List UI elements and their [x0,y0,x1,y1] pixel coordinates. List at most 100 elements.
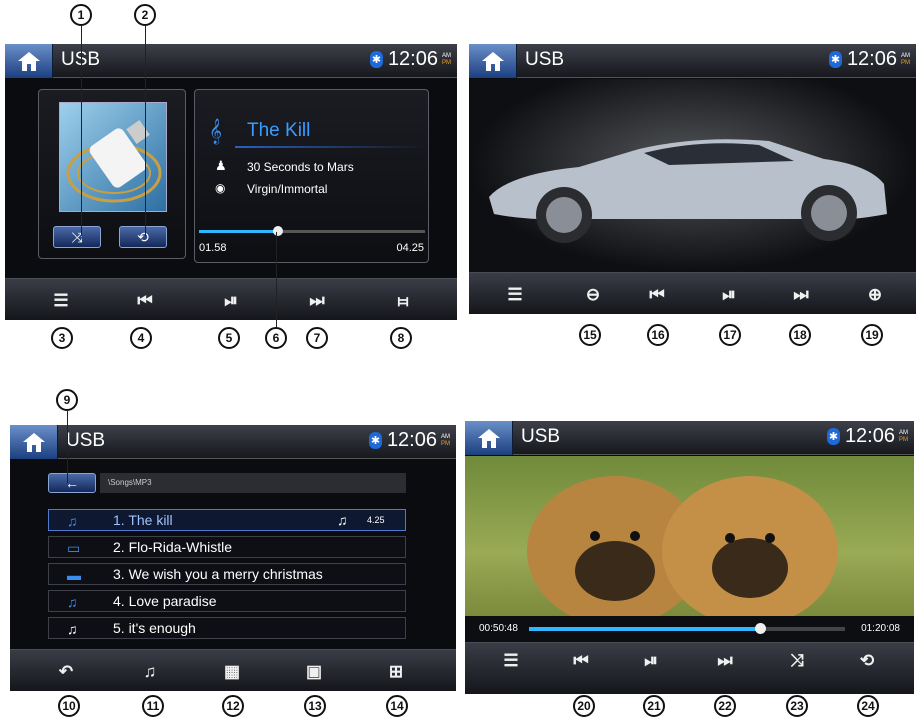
bluetooth-icon: ✱ [369,51,383,68]
leader-line [276,232,277,330]
am-label: AM [442,52,451,59]
elapsed-time: 01.58 [199,242,227,254]
video-total: 01:20:08 [861,623,900,634]
video-progress-track[interactable] [529,623,845,634]
play-pause-button[interactable]: ⏯ [635,649,667,673]
music-screen: USB ✱12:06AMPM ⤨ ⟲ 𝄞 The Kill ♟ 30 Secon… [5,44,457,320]
callout-1: 1 [70,4,92,26]
bluetooth-icon: ✱ [368,432,382,449]
list-button[interactable]: ☰ [495,649,527,673]
music-note-icon: ♫ [67,513,78,529]
list-item-label: 1. The kill [113,512,173,528]
home-icon [478,429,500,448]
callout-15: 15 [579,324,601,346]
path-bar: \Songs\MP3 [100,473,406,493]
callout-22: 22 [714,695,736,717]
previous-button[interactable]: ⏮ [565,649,597,673]
previous-photo-button[interactable]: ⏮ [641,283,673,307]
callout-21: 21 [643,695,665,717]
clock: ✱ 12:06 AM PM [828,48,910,71]
list-button[interactable]: ☰ [45,289,77,313]
source-label: USB [521,426,561,447]
leader-line [145,26,146,236]
callout-24: 24 [857,695,879,717]
list-item[interactable]: ▭ 2. Flo-Rida-Whistle [48,536,406,558]
progress-track[interactable] [199,226,425,236]
back-button[interactable]: ← [48,473,96,493]
list-item[interactable]: ♫ 5. it's enough [48,617,406,639]
clock-time: 12:06 [844,425,895,447]
photo-filter-button[interactable]: ▣ [298,660,330,684]
list-button[interactable]: ☰ [499,283,531,307]
video-file-icon: ▬ [67,567,81,583]
shuffle-button[interactable]: ⤨ [53,226,101,248]
video-progress-knob[interactable] [754,623,766,634]
pm-label: PM [899,436,908,443]
music-note-icon: ♫ [67,594,78,610]
callout-13: 13 [304,695,326,717]
zoom-in-button[interactable]: ⊕ [859,283,891,307]
clock: ✱ 12:06 AM PM [826,425,908,448]
repeat-button[interactable]: ⟲ [851,649,883,673]
home-button[interactable] [469,44,517,78]
music-filter-button[interactable]: ♫ [134,660,166,684]
video-progress-fill [529,627,760,631]
clock-time: 12:06 [387,48,438,70]
previous-button[interactable]: ⏮ [129,289,161,313]
home-button[interactable] [10,425,58,459]
callout-7: 7 [306,327,328,349]
home-button[interactable] [465,421,513,455]
list-item[interactable]: ♫ 1. The kill ♫ 4.25 [48,509,406,531]
repeat-button[interactable]: ⟲ [119,226,167,248]
artist-icon: ♟ [215,158,227,173]
photo-viewport [469,79,916,272]
photo-control-bar: ☰ ⊖ ⏮ ⏯ ⏭ ⊕ [469,272,916,314]
next-button[interactable]: ⏭ [301,289,333,313]
clock-time: 12:06 [386,429,437,451]
callout-10: 10 [58,695,80,717]
photo-file-icon: ▭ [67,540,81,556]
shuffle-button[interactable]: ⤨ [781,649,813,673]
play-pause-button[interactable]: ⏯ [215,289,247,313]
am-label: AM [899,429,908,436]
usb-album-art [59,102,167,212]
clock-time: 12:06 [846,48,897,70]
next-photo-button[interactable]: ⏭ [785,283,817,307]
pm-label: PM [901,59,910,66]
next-button[interactable]: ⏭ [709,649,741,673]
album-name: Virgin/Immortal [247,182,328,196]
home-button[interactable] [5,44,53,78]
track-info-panel: 𝄞 The Kill ♟ 30 Seconds to Mars ◉ Virgin… [194,89,429,263]
list-item[interactable]: ▬ 3. We wish you a merry christmas [48,563,406,585]
car-image [489,139,887,243]
leader-line [67,411,68,483]
list-control-bar: ↶ ♫ ▦ ▣ ⊞ [10,649,456,691]
artist-name: 30 Seconds to Mars [247,160,354,174]
pm-label: PM [441,440,450,447]
puppies-image [527,476,838,626]
video-control-bar: ☰ ⏮ ⏯ ⏭ ⤨ ⟲ [465,642,914,694]
am-label: AM [441,433,450,440]
callout-23: 23 [786,695,808,717]
return-button[interactable]: ↶ [50,660,82,684]
callout-2: 2 [134,4,156,26]
numeric-keypad-button[interactable]: ⊞ [380,660,412,684]
video-elapsed: 00:50:48 [479,623,518,634]
bluetooth-icon: ✱ [828,51,842,68]
home-icon [18,52,40,71]
equalizer-button[interactable]: ⧦ [387,289,419,313]
track-title: The Kill [247,120,311,141]
progress-knob[interactable] [273,226,284,236]
zoom-out-button[interactable]: ⊖ [577,283,609,307]
callout-19: 19 [861,324,883,346]
video-filter-button[interactable]: ▦ [216,660,248,684]
play-pause-button[interactable]: ⏯ [713,283,745,307]
leader-line [81,26,82,236]
list-top-bar: USB ✱ 12:06 AM PM [10,425,456,459]
list-item[interactable]: ♫ 4. Love paradise [48,590,406,612]
album-icon: ◉ [215,181,226,195]
callout-16: 16 [647,324,669,346]
clock: ✱ 12:06 AM PM [368,429,450,452]
now-playing-icon: ♫ [337,512,348,528]
callout-9: 9 [56,389,78,411]
